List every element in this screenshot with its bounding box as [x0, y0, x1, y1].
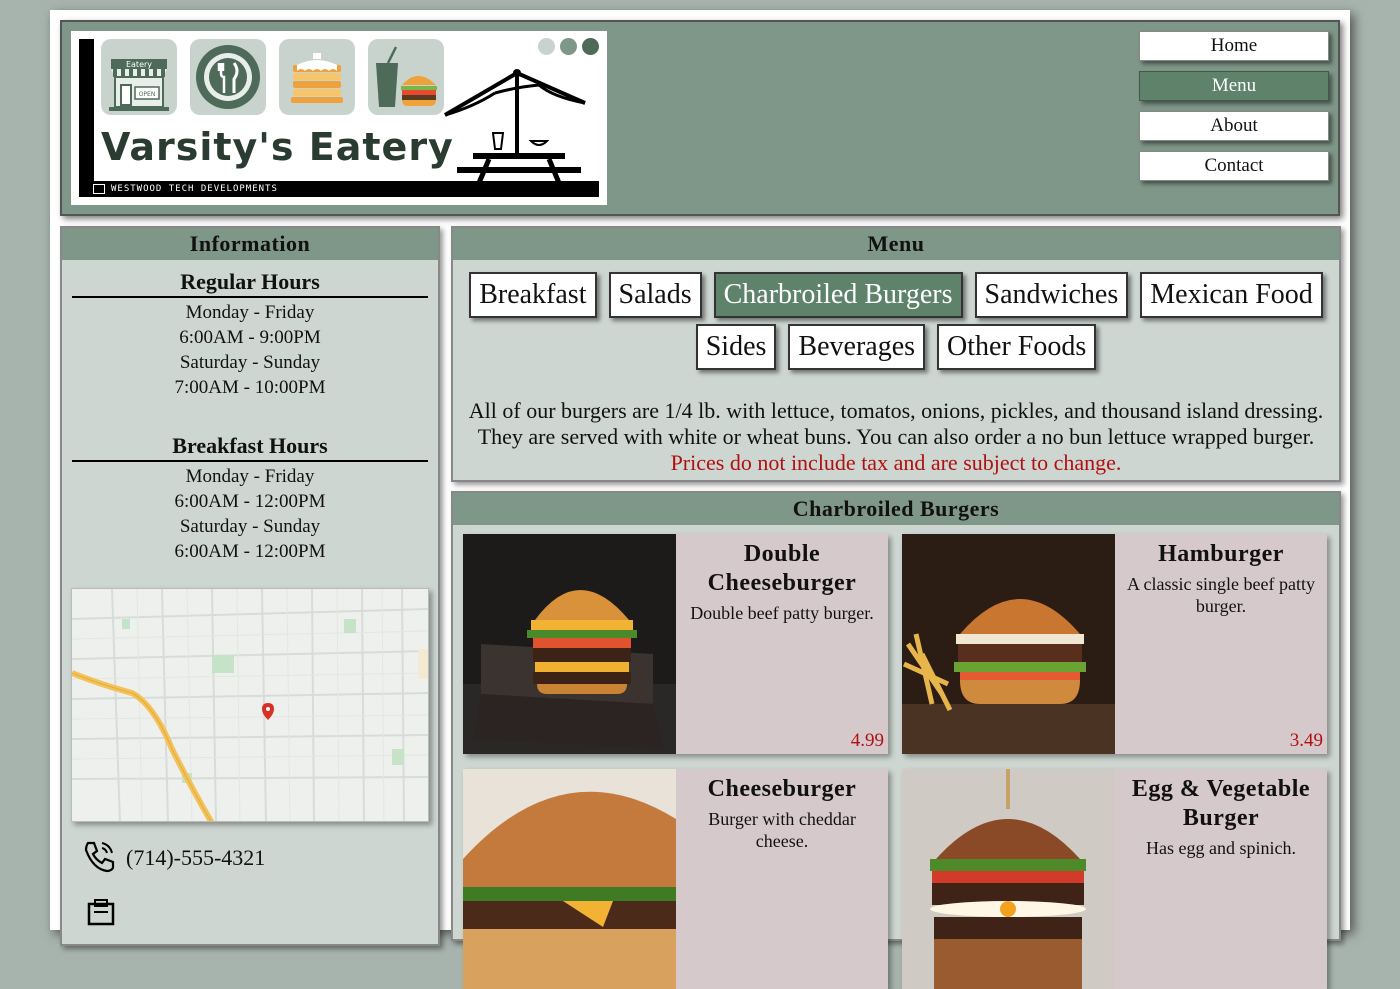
card-body: Cheeseburger Burger with cheddar cheese. [676, 769, 888, 989]
tab-other-foods[interactable]: Other Foods [937, 324, 1097, 370]
menu-card[interactable]: Cheeseburger Burger with cheddar cheese. [463, 769, 888, 989]
storefront-icon: Eatery OPEN [101, 39, 177, 115]
item-price: 4.99 [850, 730, 884, 751]
menu-card[interactable]: Egg & Vegetable Burger Has egg and spini… [902, 769, 1327, 989]
item-name: Cheeseburger [707, 776, 857, 802]
double-cheeseburger-photo [463, 534, 676, 754]
hours-line: Monday - Friday [185, 302, 315, 323]
logo-dot-light [538, 38, 555, 55]
hours-line: 6:00AM - 12:00PM [174, 491, 326, 512]
burgers-title: Charbroiled Burgers [453, 493, 1339, 525]
nav-about[interactable]: About [1139, 111, 1329, 141]
breakfast-hours-title: Breakfast Hours [72, 432, 428, 462]
tab-sandwiches[interactable]: Sandwiches [974, 272, 1129, 318]
logo-bar [79, 39, 94, 197]
hours-line: 6:00AM - 12:00PM [174, 541, 326, 562]
nav-contact[interactable]: Contact [1139, 151, 1329, 181]
nav-home[interactable]: Home [1139, 31, 1329, 61]
hours-line: 7:00AM - 10:00PM [174, 377, 326, 398]
address-icon [86, 898, 116, 933]
card-body: Double Cheeseburger Double beef patty bu… [676, 534, 888, 754]
logo-dot-mid [560, 38, 577, 55]
price-note: Prices do not include tax and are subjec… [670, 450, 1122, 475]
menu-card[interactable]: Double Cheeseburger Double beef patty bu… [463, 534, 888, 754]
item-price: 3.49 [1289, 730, 1323, 751]
nav-menu[interactable]: Menu [1139, 71, 1329, 101]
picnic-table-icon [443, 67, 588, 190]
tab-beverages[interactable]: Beverages [788, 324, 926, 370]
menu-panel: Menu Breakfast Salads Charbroiled Burger… [451, 226, 1341, 482]
menu-title: Menu [453, 228, 1339, 260]
card-body: Hamburger A classic single beef patty bu… [1115, 534, 1327, 754]
hours-line: 6:00AM - 9:00PM [179, 327, 321, 348]
main-nav: Home Menu About Contact [1139, 31, 1329, 191]
cheeseburger-photo [463, 769, 676, 989]
tab-mexican-food[interactable]: Mexican Food [1140, 272, 1323, 318]
brand-subtitle: WESTWOOD TECH DEVELOPMENTS [93, 181, 278, 197]
menu-description: All of our burgers are 1/4 lb. with lett… [453, 398, 1339, 476]
item-description: A classic single beef patty burger. [1127, 574, 1315, 616]
logo-door-sign: OPEN [139, 91, 156, 98]
site-header: Eatery OPEN Varsity's Eatery WESTWOOD TE… [60, 20, 1340, 216]
phone-row[interactable]: (714)-555-4321 [82, 838, 265, 878]
hours-line: Monday - Friday [185, 466, 315, 487]
menu-tabs: Breakfast Salads Charbroiled Burgers San… [453, 260, 1339, 376]
logo-store-sign: Eatery [126, 60, 152, 69]
tab-charbroiled-burgers[interactable]: Charbroiled Burgers [713, 272, 963, 318]
brand-name: Varsity's Eatery [101, 125, 454, 169]
desc-line: They are served with white or wheat buns… [477, 424, 1315, 449]
site-logo[interactable]: Eatery OPEN Varsity's Eatery WESTWOOD TE… [71, 31, 607, 205]
pancakes-icon [279, 39, 355, 115]
tab-salads[interactable]: Salads [608, 272, 702, 318]
regular-hours-title: Regular Hours [72, 268, 428, 298]
burgers-panel: Charbroiled Burgers Double Cheeseburger … [451, 491, 1341, 989]
info-sidebar: Information Regular Hours Monday - Frida… [60, 226, 440, 946]
item-name: Double Cheeseburger [707, 541, 857, 596]
logo-dot-dark [582, 38, 599, 55]
hours-line: Saturday - Sunday [179, 516, 321, 537]
plate-cutlery-icon [190, 39, 266, 115]
sidebar-title: Information [62, 228, 438, 260]
item-description: Has egg and spinich. [1146, 838, 1296, 858]
hours-line: Saturday - Sunday [179, 352, 321, 373]
phone-number: (714)-555-4321 [126, 845, 266, 870]
tab-breakfast[interactable]: Breakfast [469, 272, 597, 318]
item-description: Burger with cheddar cheese. [708, 809, 856, 851]
tab-sides[interactable]: Sides [695, 324, 777, 370]
card-body: Egg & Vegetable Burger Has egg and spini… [1115, 769, 1327, 989]
phone-icon [82, 839, 116, 878]
item-name: Egg & Vegetable Burger [1131, 776, 1311, 831]
menu-card[interactable]: Hamburger A classic single beef patty bu… [902, 534, 1327, 754]
item-name: Hamburger [1158, 541, 1284, 567]
brand-mark-icon [93, 183, 105, 194]
page: Eatery OPEN Varsity's Eatery WESTWOOD TE… [50, 10, 1350, 989]
drink-burger-icon [368, 39, 444, 115]
egg-vegetable-burger-photo [902, 769, 1115, 989]
hamburger-photo [902, 534, 1115, 754]
location-map[interactable] [71, 588, 429, 822]
desc-line: All of our burgers are 1/4 lb. with lett… [468, 398, 1324, 423]
item-description: Double beef patty burger. [690, 603, 874, 623]
